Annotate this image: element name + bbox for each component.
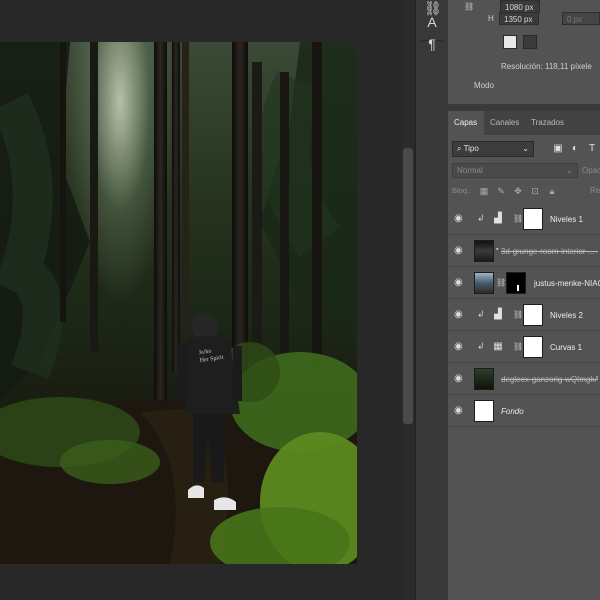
resolution-label: Resolución: <box>501 62 543 71</box>
link-dimensions-icon[interactable]: ⛓ <box>464 2 474 11</box>
landscape-mode-button[interactable] <box>523 35 537 49</box>
panel-divider <box>448 104 600 111</box>
layers-list: ◉ ↲ ▟ ⛓ Niveles 1 ◉ ▪ 3d-grunge-room-int… <box>448 204 600 600</box>
layer-mask-thumbnail[interactable] <box>523 304 543 326</box>
levels-adjustment-icon: ▟ <box>494 213 502 224</box>
image-filter-icon[interactable]: ▣ <box>552 142 564 155</box>
eye-icon[interactable]: ◉ <box>454 214 466 224</box>
layer-name[interactable]: Niveles 2 <box>550 300 598 331</box>
canvas-area[interactable]: Ja/ko Her Spirit <box>0 0 415 600</box>
tab-trazados[interactable]: Trazados <box>525 111 571 135</box>
layer-mask-thumbnail[interactable] <box>506 272 526 294</box>
panel-icon-strip: ⛓ A ¶ <box>415 0 448 600</box>
mask-link-icon[interactable]: ⛓ <box>513 310 523 319</box>
layer-filter-select[interactable]: ⌕ Tipo ⌄ <box>452 141 534 157</box>
resolution-value: 118,11 píxele <box>545 62 592 71</box>
layer-row[interactable]: ◉ ↲ ▟ ⛓ Niveles 1 <box>448 204 600 235</box>
mode-label: Modo <box>474 81 495 90</box>
adjustment-filter-icon[interactable]: ◐ <box>569 142 581 155</box>
properties-panel: ⛓ 1080 px H 1350 px 0 px Resolución: 118… <box>448 0 600 104</box>
mask-silhouette <box>517 285 519 291</box>
height-field[interactable]: 1350 px <box>499 12 539 25</box>
mask-link-icon[interactable]: ⛓ <box>513 342 523 351</box>
clipping-arrow-icon: ↲ <box>477 309 485 319</box>
layer-row[interactable]: ◉ ▪ 3d-grunge-room-interior-...-abandone… <box>448 236 600 267</box>
layer-row[interactable]: ◉ ↲ ▦ ⛓ Curvas 1 <box>448 332 600 363</box>
chevron-down-icon: ⌄ <box>566 166 573 175</box>
layer-row[interactable]: ◉ ↲ ▟ ⛓ Niveles 2 <box>448 300 600 331</box>
eye-icon[interactable]: ◉ <box>454 246 466 256</box>
lock-artboard-icon[interactable]: ⊡ <box>529 184 541 198</box>
character-panel-icon[interactable]: A <box>424 14 440 30</box>
layer-name[interactable]: Fondo <box>501 396 598 427</box>
lock-transparency-icon[interactable]: ▦ <box>478 184 490 198</box>
layer-row[interactable]: ◉ degleex-ganzorig-wQImgkA <box>448 364 600 395</box>
lock-all-icon[interactable]: 🔒︎ <box>546 184 558 198</box>
blend-mode-select[interactable]: Normal ⌄ <box>452 163 578 178</box>
layer-thumbnail[interactable] <box>474 368 494 390</box>
canvas-scrollbar-thumb[interactable] <box>403 148 413 424</box>
mask-link-icon[interactable]: ⛓ <box>496 278 506 287</box>
clipping-arrow-icon: ↲ <box>477 213 485 223</box>
layer-mask-thumbnail[interactable] <box>523 336 543 358</box>
chevron-down-icon: ⌄ <box>522 144 529 153</box>
y-field[interactable]: 0 px <box>562 12 600 25</box>
layer-name[interactable]: justus-menke-NIAQ <box>534 268 600 299</box>
eye-icon[interactable]: ◉ <box>454 278 466 288</box>
clipping-arrow-icon: ↲ <box>477 341 485 351</box>
layer-mask-thumbnail[interactable] <box>523 208 543 230</box>
type-filter-icon[interactable]: T <box>586 142 598 155</box>
filter-value: Tipo <box>463 144 479 153</box>
eye-icon[interactable]: ◉ <box>454 406 466 416</box>
tab-capas[interactable]: Capas <box>448 111 484 135</box>
layers-tab-bar: Capas Canales Trazados <box>448 111 600 135</box>
tab-canales[interactable]: Canales <box>484 111 524 135</box>
layer-name[interactable]: degleex-ganzorig-wQImgkA <box>501 364 598 395</box>
height-label: H <box>488 14 494 23</box>
mask-link-icon[interactable]: ⛓ <box>513 214 523 223</box>
smart-object-icon: ▪ <box>496 246 499 253</box>
eye-icon[interactable]: ◉ <box>454 310 466 320</box>
fill-label: Re <box>590 186 600 195</box>
blend-mode-value: Normal <box>457 166 483 175</box>
opacity-label: Opac <box>582 166 600 175</box>
portrait-mode-button[interactable] <box>503 35 517 49</box>
layer-name[interactable]: Curvas 1 <box>550 332 598 363</box>
layer-thumbnail[interactable] <box>474 400 494 422</box>
layer-thumbnail[interactable] <box>474 272 494 294</box>
layer-name[interactable]: Niveles 1 <box>550 204 598 235</box>
layer-row[interactable]: ◉ ⛓ justus-menke-NIAQ <box>448 268 600 299</box>
lock-label: Bloq.: <box>452 186 472 195</box>
curves-adjustment-icon: ▦ <box>493 341 503 352</box>
lock-position-icon[interactable]: ✥ <box>512 184 524 198</box>
document-canvas-image[interactable]: Ja/ko Her Spirit <box>0 42 357 564</box>
forest-scene-image: Ja/ko Her Spirit <box>0 42 357 564</box>
eye-icon[interactable]: ◉ <box>454 342 466 352</box>
layer-name[interactable]: 3d-grunge-room-interior-...-abandoned <box>501 236 598 267</box>
levels-adjustment-icon: ▟ <box>494 309 502 320</box>
layer-thumbnail[interactable] <box>474 240 494 262</box>
layer-row[interactable]: ◉ Fondo <box>448 396 600 427</box>
paragraph-panel-icon[interactable]: ¶ <box>424 36 440 52</box>
lock-pixels-icon[interactable]: ✎ <box>495 184 507 198</box>
right-panels: ⛓ 1080 px H 1350 px 0 px Resolución: 118… <box>448 0 600 600</box>
eye-icon[interactable]: ◉ <box>454 374 466 384</box>
